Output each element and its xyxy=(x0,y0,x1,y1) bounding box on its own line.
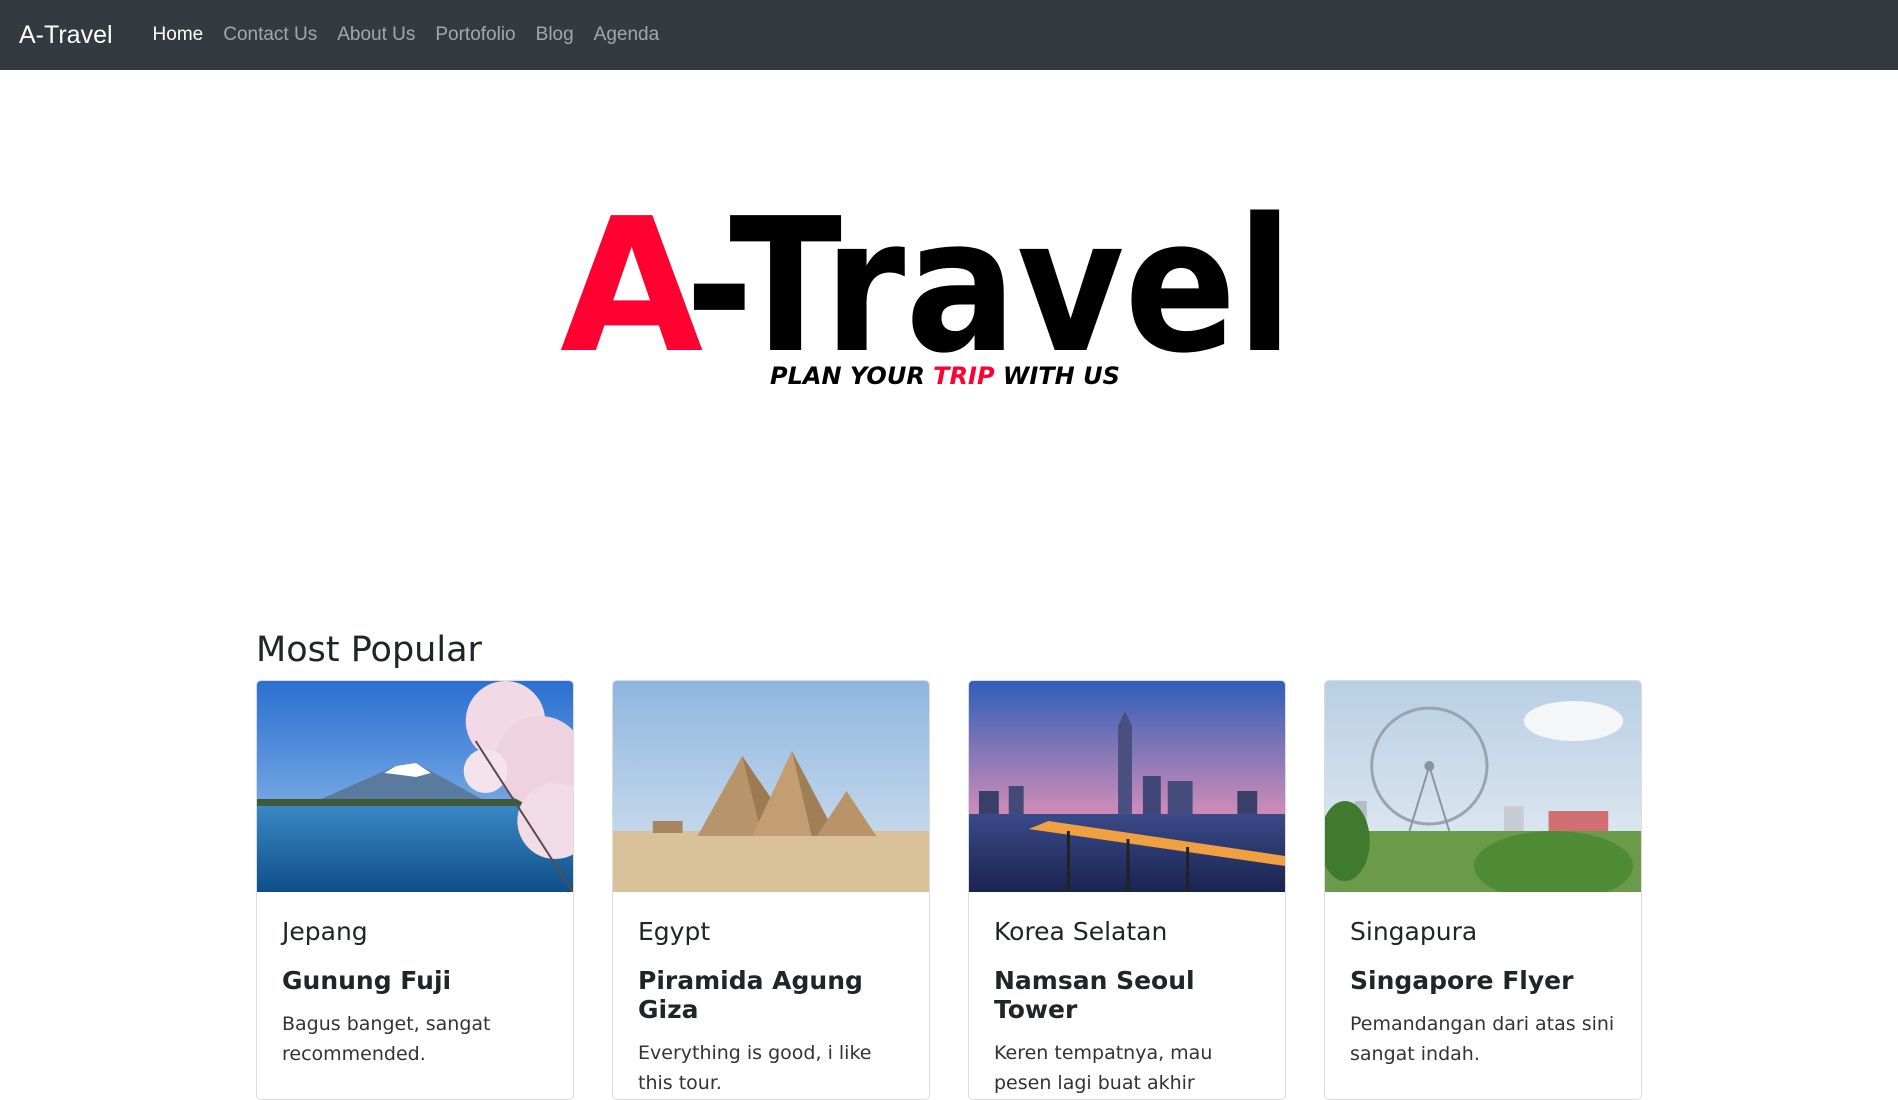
singapore-flyer-photo xyxy=(1325,681,1641,892)
mount-fuji-photo xyxy=(257,681,573,892)
hero: A -Travel PLAN YOUR TRIP WITH US xyxy=(0,70,1898,610)
navbar-brand[interactable]: A-Travel xyxy=(19,21,113,50)
card-list: Jepang Gunung Fuji Bagus banget, sangat … xyxy=(256,680,1644,1100)
card-country: Jepang xyxy=(282,917,368,946)
nav-link-about-us[interactable]: About Us xyxy=(327,24,425,46)
most-popular-section: Most Popular Jepang Gunung Fuji Bagus ba… xyxy=(256,630,1644,1100)
destination-card-singapura[interactable]: Singapura Singapore Flyer Pemandangan da… xyxy=(1324,680,1642,1100)
nav-link-portofolio[interactable]: Portofolio xyxy=(425,24,525,46)
destination-card-jepang[interactable]: Jepang Gunung Fuji Bagus banget, sangat … xyxy=(256,680,574,1100)
card-text: Keren tempatnya, mau pesen lagi buat akh… xyxy=(994,1042,1213,1094)
card-country: Korea Selatan xyxy=(994,917,1168,946)
card-title: Piramida Agung Giza xyxy=(638,966,863,1024)
card-body: Korea Selatan Namsan Seoul Tower Keren t… xyxy=(969,892,1285,1099)
card-title: Namsan Seoul Tower xyxy=(994,966,1195,1024)
nav-link-blog[interactable]: Blog xyxy=(526,24,584,46)
nav-link-home[interactable]: Home xyxy=(143,24,214,46)
logo-letter-a: A xyxy=(560,190,703,394)
nav-link-agenda[interactable]: Agenda xyxy=(584,24,670,46)
logo-tagline: PLAN YOUR TRIP WITH US xyxy=(770,362,1120,390)
pyramids-photo xyxy=(613,681,929,892)
nav-links: Home Contact Us About Us Portofolio Blog… xyxy=(143,24,670,46)
card-country: Singapura xyxy=(1350,917,1478,946)
card-body: Singapura Singapore Flyer Pemandangan da… xyxy=(1325,892,1641,1094)
most-popular-heading: Most Popular xyxy=(256,630,482,670)
card-text: Everything is good, i like this tour. xyxy=(638,1042,872,1094)
nav-link-contact-us[interactable]: Contact Us xyxy=(213,24,327,46)
destination-card-korea-selatan[interactable]: Korea Selatan Namsan Seoul Tower Keren t… xyxy=(968,680,1286,1100)
seoul-skyline-photo xyxy=(969,681,1285,892)
card-title: Singapore Flyer xyxy=(1350,966,1574,995)
card-body: Egypt Piramida Agung Giza Everything is … xyxy=(613,892,929,1099)
destination-card-egypt[interactable]: Egypt Piramida Agung Giza Everything is … xyxy=(612,680,930,1100)
navbar: A-Travel Home Contact Us About Us Portof… xyxy=(0,0,1898,70)
a-travel-logo: A -Travel PLAN YOUR TRIP WITH US xyxy=(560,190,1293,394)
card-text: Bagus banget, sangat recommended. xyxy=(282,1013,491,1065)
card-country: Egypt xyxy=(638,917,711,946)
card-text: Pemandangan dari atas sini sangat indah. xyxy=(1350,1013,1615,1065)
card-body: Jepang Gunung Fuji Bagus banget, sangat … xyxy=(257,892,573,1094)
card-title: Gunung Fuji xyxy=(282,966,452,995)
